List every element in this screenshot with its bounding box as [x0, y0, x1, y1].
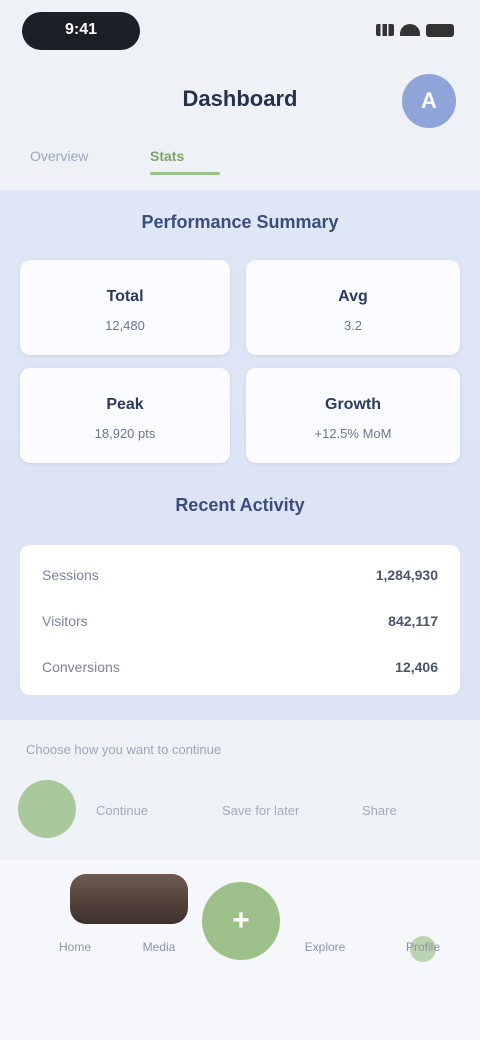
stat-label: Growth	[325, 396, 381, 413]
list-item[interactable]: Sessions 1,284,930	[20, 557, 460, 593]
tab-bar: Overview Stats	[0, 140, 480, 180]
status-icons	[376, 22, 454, 38]
option-share[interactable]: Share	[362, 803, 397, 818]
status-time: 9:41	[64, 21, 98, 38]
stat-label: Avg	[338, 288, 368, 305]
bottom-nav: + Home Media Explore Profile	[0, 860, 480, 1040]
stat-card-avg[interactable]: Avg 3.2	[246, 260, 460, 355]
option-save[interactable]: Save for later	[222, 803, 299, 818]
stat-value: 18,920 pts	[94, 426, 156, 441]
list-item-value: 842,117	[388, 613, 438, 629]
list-item-key: Conversions	[42, 659, 120, 675]
option-badge-button[interactable]	[18, 780, 76, 838]
plus-icon: +	[232, 904, 250, 937]
tab-stats[interactable]: Stats	[150, 148, 184, 164]
nav-item-explore[interactable]: Explore	[290, 940, 360, 954]
list-item[interactable]: Visitors 842,117	[20, 603, 460, 639]
media-thumbnail[interactable]	[70, 874, 188, 924]
avatar-initial: A	[421, 88, 437, 113]
stat-card-peak[interactable]: Peak 18,920 pts	[20, 368, 230, 463]
option-continue[interactable]: Continue	[96, 803, 148, 818]
stat-label: Peak	[106, 396, 144, 413]
avatar[interactable]: A	[402, 74, 456, 128]
stat-label: Total	[106, 288, 144, 305]
stat-value: 3.2	[343, 318, 363, 333]
summary-heading: Performance Summary	[141, 212, 339, 232]
list-item-key: Visitors	[42, 613, 88, 629]
nav-item-media[interactable]: Media	[124, 940, 194, 954]
list-item[interactable]: Conversions 12,406	[20, 649, 460, 685]
list-item-key: Sessions	[42, 567, 99, 583]
stat-value: 12,480	[105, 318, 145, 333]
add-button[interactable]: +	[202, 882, 280, 960]
active-tab-indicator	[150, 172, 220, 175]
details-list: Sessions 1,284,930 Visitors 842,117 Conv…	[20, 545, 460, 695]
stat-card-total[interactable]: Total 12,480	[20, 260, 230, 355]
section-hint: Choose how you want to continue	[26, 742, 222, 757]
dynamic-island: 9:41	[22, 12, 140, 50]
stat-value: +12.5% MoM	[314, 426, 392, 441]
list-item-value: 1,284,930	[375, 567, 438, 583]
summary-panel: Performance Summary Total 12,480 Avg 3.2…	[0, 190, 480, 720]
battery-icon	[426, 23, 454, 37]
nav-item-home[interactable]: Home	[40, 940, 110, 954]
list-item-value: 12,406	[395, 659, 438, 675]
tab-overview[interactable]: Overview	[30, 148, 88, 164]
wifi-icon	[400, 24, 420, 36]
header: Dashboard A	[0, 60, 480, 140]
details-heading: Recent Activity	[175, 495, 305, 515]
status-bar: 9:41	[0, 0, 480, 60]
stat-card-growth[interactable]: Growth +12.5% MoM	[246, 368, 460, 463]
signal-icon	[376, 24, 394, 36]
nav-item-profile[interactable]: Profile	[388, 940, 458, 954]
